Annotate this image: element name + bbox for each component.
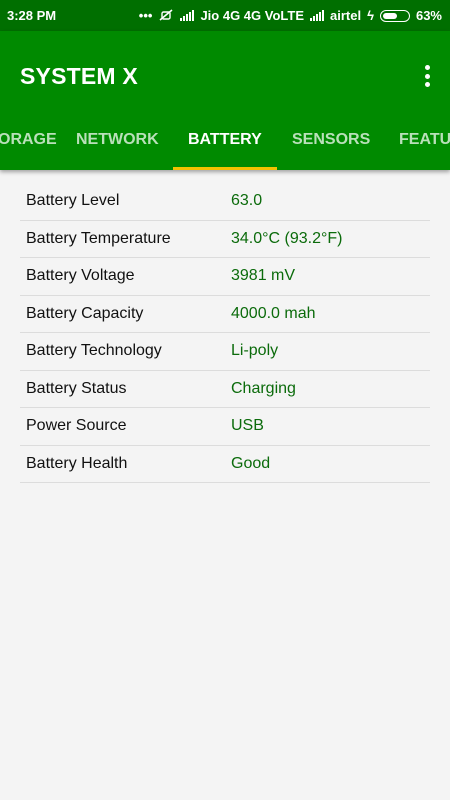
tab-battery[interactable]: BATTERY <box>188 131 262 149</box>
table-row: Battery Status Charging <box>20 371 430 408</box>
tab-network[interactable]: NETWORK <box>76 131 159 149</box>
mute-icon <box>159 9 173 21</box>
battery-level-fill <box>382 12 397 19</box>
row-label: Battery Level <box>26 192 120 209</box>
row-value: 4000.0 mah <box>231 304 316 322</box>
charging-icon: ϟ <box>367 8 374 23</box>
row-value: Good <box>231 454 271 472</box>
status-icons: ••• Jio 4G 4G VoLTE airtel ϟ 63% <box>139 8 442 23</box>
table-row: Battery Level 63.0 <box>20 183 430 221</box>
row-value: Li-poly <box>231 342 279 359</box>
table-row: Battery Voltage 3981 mV <box>20 258 430 296</box>
tab-storage[interactable]: ORAGE <box>0 131 57 149</box>
row-label: Battery Health <box>26 454 128 472</box>
tab-bar: ORAGE NETWORK BATTERY SENSORS FEATU <box>0 111 450 170</box>
row-label: Battery Voltage <box>26 267 135 284</box>
signal-icon <box>310 10 324 21</box>
active-tab-indicator <box>173 167 277 170</box>
row-label: Battery Status <box>26 379 127 397</box>
carrier-1-label: Jio 4G 4G VoLTE <box>200 8 304 23</box>
tab-sensors[interactable]: SENSORS <box>292 131 370 149</box>
app-title: SYSTEM X <box>20 63 138 89</box>
tab-features[interactable]: FEATU <box>399 131 450 149</box>
row-value: 3981 mV <box>231 267 296 284</box>
row-label: Battery Temperature <box>26 229 171 247</box>
app-bar: SYSTEM X ORAGE NETWORK BATTERY SENSORS F… <box>0 31 450 170</box>
table-row: Battery Temperature 34.0°C (93.2°F) <box>20 221 430 258</box>
battery-icon <box>379 9 410 22</box>
table-row: Battery Health Good <box>20 446 430 483</box>
status-time: 3:28 PM <box>7 8 57 23</box>
table-row: Power Source USB <box>20 408 430 446</box>
overflow-menu-icon[interactable] <box>424 65 430 87</box>
row-value: 63.0 <box>231 192 263 209</box>
table-row: Battery Capacity 4000.0 mah <box>20 296 430 333</box>
table-row: Battery Technology Li-poly <box>20 333 430 371</box>
row-value: Charging <box>231 379 296 397</box>
carrier-2-label: airtel <box>330 8 362 23</box>
signal-icon <box>180 10 195 21</box>
status-bar: 3:28 PM ••• Jio 4G 4G VoLTE airtel ϟ 63% <box>0 0 450 31</box>
battery-percent: 63% <box>415 8 442 23</box>
battery-info-table: Battery Level 63.0 Battery Temperature 3… <box>20 183 430 483</box>
row-value: 34.0°C (93.2°F) <box>231 229 343 247</box>
row-label: Battery Technology <box>26 342 162 359</box>
row-label: Power Source <box>26 417 127 434</box>
row-label: Battery Capacity <box>26 304 144 322</box>
notification-dots-icon: ••• <box>138 8 153 23</box>
row-value: USB <box>231 417 264 434</box>
